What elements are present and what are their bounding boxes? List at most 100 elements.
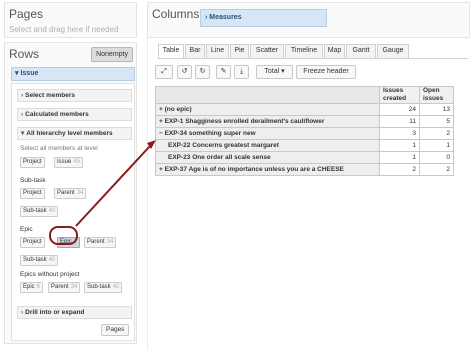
chip-label: Project <box>23 190 42 196</box>
tab-divider <box>158 58 468 59</box>
chip-label: Sub-task <box>87 284 111 290</box>
tab-table[interactable]: Table <box>158 44 184 59</box>
comment-icon[interactable]: ✎ <box>216 65 231 79</box>
level-subtask-chip[interactable]: Sub-task 40 <box>84 282 123 293</box>
level-parent-chip[interactable]: Parent 34 <box>48 282 81 293</box>
undo-icon[interactable]: ↺ <box>177 65 192 79</box>
chip-count: 45 <box>73 159 81 165</box>
freeze-header-button[interactable]: Freeze header <box>296 65 356 79</box>
columns-panel: Columns › Measures <box>147 2 470 38</box>
rows-panel: Rows Nonempty ▾ Issue › Select members › C… <box>4 42 137 344</box>
report-area: Columns › Measures Table Bar Line Pie Sc… <box>147 2 470 350</box>
tab-timeline[interactable]: Timeline <box>285 44 323 58</box>
download-icon[interactable]: ⤓ <box>234 65 249 79</box>
subtask-heading: Sub-task <box>20 177 46 184</box>
move-to-pages-button[interactable]: Pages <box>101 324 130 336</box>
table-row: − EXP-34 something super new 3 2 <box>155 127 454 140</box>
section-label: Drill into or expand <box>25 309 85 316</box>
chevron-down-icon: ▾ <box>21 130 25 137</box>
tab-line[interactable]: Line <box>206 44 229 58</box>
pages-drop-zone[interactable]: Pages Select and drag here if needed <box>4 2 137 38</box>
cell-open-issues: 2 <box>419 163 454 176</box>
epic-heading: Epic <box>20 226 33 233</box>
main-panel: Table Bar Line Pie Scatter Timeline Map … <box>147 38 470 350</box>
chip-count: 6 <box>36 284 41 290</box>
pages-title: Pages <box>9 7 44 21</box>
tab-map[interactable]: Map <box>324 44 345 58</box>
total-dropdown[interactable]: Total ▾ <box>256 65 293 79</box>
measures-label: Measures <box>209 14 242 21</box>
section-label: Select members <box>25 92 76 99</box>
cell-open-issues: 0 <box>419 151 454 164</box>
redo-icon[interactable]: ↻ <box>195 65 210 79</box>
chevron-down-icon: ▾ <box>15 70 19 77</box>
row-header[interactable]: + EXP-37 Age is of no importance unless … <box>155 163 380 176</box>
table-row: + (no epic) 24 13 <box>155 103 454 116</box>
epics-without-project-heading: Epics without project <box>20 271 80 278</box>
row-header[interactable]: EXP-22 Concerns greatest margaret <box>155 139 380 152</box>
cell-issues-created: 3 <box>379 127 420 140</box>
columns-title: Columns <box>152 7 200 21</box>
chip-label: Project <box>23 159 42 165</box>
table-row: EXP-22 Concerns greatest margaret 1 1 <box>155 139 454 152</box>
drill-expand-section[interactable]: › Drill into or expand <box>17 306 132 319</box>
section-label: All hierarchy level members <box>26 130 113 137</box>
chip-count: 40 <box>48 257 56 263</box>
cell-issues-created: 2 <box>379 163 420 176</box>
column-header[interactable]: Issues created <box>379 86 420 104</box>
level-project-chip[interactable]: Project <box>20 237 45 248</box>
corner-cell <box>155 86 380 104</box>
cell-open-issues: 5 <box>419 115 454 128</box>
tab-scatter[interactable]: Scatter <box>250 44 284 58</box>
chip-label: Epic <box>23 284 35 290</box>
chip-count: 40 <box>48 208 56 214</box>
table-row: + EXP-37 Age is of no importance unless … <box>155 163 454 176</box>
chip-label: Issue <box>57 159 72 165</box>
level-subtask-chip[interactable]: Sub-task 40 <box>20 206 59 217</box>
column-header[interactable]: Open issues <box>419 86 454 104</box>
chip-count: 34 <box>70 284 78 290</box>
all-hierarchy-section[interactable]: ▾ All hierarchy level members <box>17 127 132 140</box>
row-header[interactable]: − EXP-34 something super new <box>155 127 380 140</box>
results-table: Issues created Open issues + (no epic) 2… <box>155 86 454 176</box>
pages-hint: Select and drag here if needed <box>9 25 119 34</box>
section-label: Calculated members <box>25 111 89 118</box>
level-hint: Select all members at level <box>20 145 98 152</box>
table-header-row: Issues created Open issues <box>155 86 454 104</box>
row-header[interactable]: + EXP-1 Shagginess enrolled derailment's… <box>155 115 380 128</box>
select-members-section[interactable]: › Select members <box>17 89 132 102</box>
level-parent-chip[interactable]: Parent 34 <box>84 237 117 248</box>
level-parent-chip[interactable]: Parent 34 <box>54 188 87 199</box>
level-project-chip[interactable]: Project <box>20 157 45 168</box>
dimension-name: Issue <box>20 70 39 77</box>
cell-open-issues: 2 <box>419 127 454 140</box>
chip-label: Parent <box>51 284 69 290</box>
total-label: Total <box>264 68 280 75</box>
measures-dimension-header[interactable]: › Measures <box>200 9 327 27</box>
level-issue-chip[interactable]: Issue 45 <box>54 157 84 168</box>
calculated-members-section[interactable]: › Calculated members <box>17 108 132 121</box>
tab-gauge[interactable]: Gauge <box>377 44 409 58</box>
highlight-circle <box>49 226 78 245</box>
cell-issues-created: 1 <box>379 151 420 164</box>
cell-open-issues: 13 <box>419 103 454 116</box>
caret-down-icon: ▾ <box>281 68 285 75</box>
cell-open-issues: 1 <box>419 139 454 152</box>
issue-dimension-header[interactable]: ▾ Issue <box>11 67 135 81</box>
chevron-right-icon: › <box>21 309 24 316</box>
row-header[interactable]: EXP-23 One order all scale sense <box>155 151 380 164</box>
tab-gantt[interactable]: Gantt <box>346 44 376 58</box>
tab-bar[interactable]: Bar <box>185 44 205 58</box>
chip-count: 34 <box>76 190 84 196</box>
level-project-chip[interactable]: Project <box>20 188 45 199</box>
level-subtask-chip[interactable]: Sub-task 40 <box>20 255 59 266</box>
table-row: EXP-23 One order all scale sense 1 0 <box>155 151 454 164</box>
dimension-options: › Select members › Calculated members ▾ All… <box>11 83 135 341</box>
row-header[interactable]: + (no epic) <box>155 103 380 116</box>
expand-arrows-icon[interactable]: ⤢ <box>155 65 173 79</box>
left-sidebar: Pages Select and drag here if needed Row… <box>0 0 140 354</box>
nonempty-button[interactable]: Nonempty <box>91 47 133 62</box>
rows-title: Rows <box>9 47 40 61</box>
level-epic-chip[interactable]: Epic 6 <box>20 282 44 293</box>
tab-pie[interactable]: Pie <box>230 44 249 58</box>
